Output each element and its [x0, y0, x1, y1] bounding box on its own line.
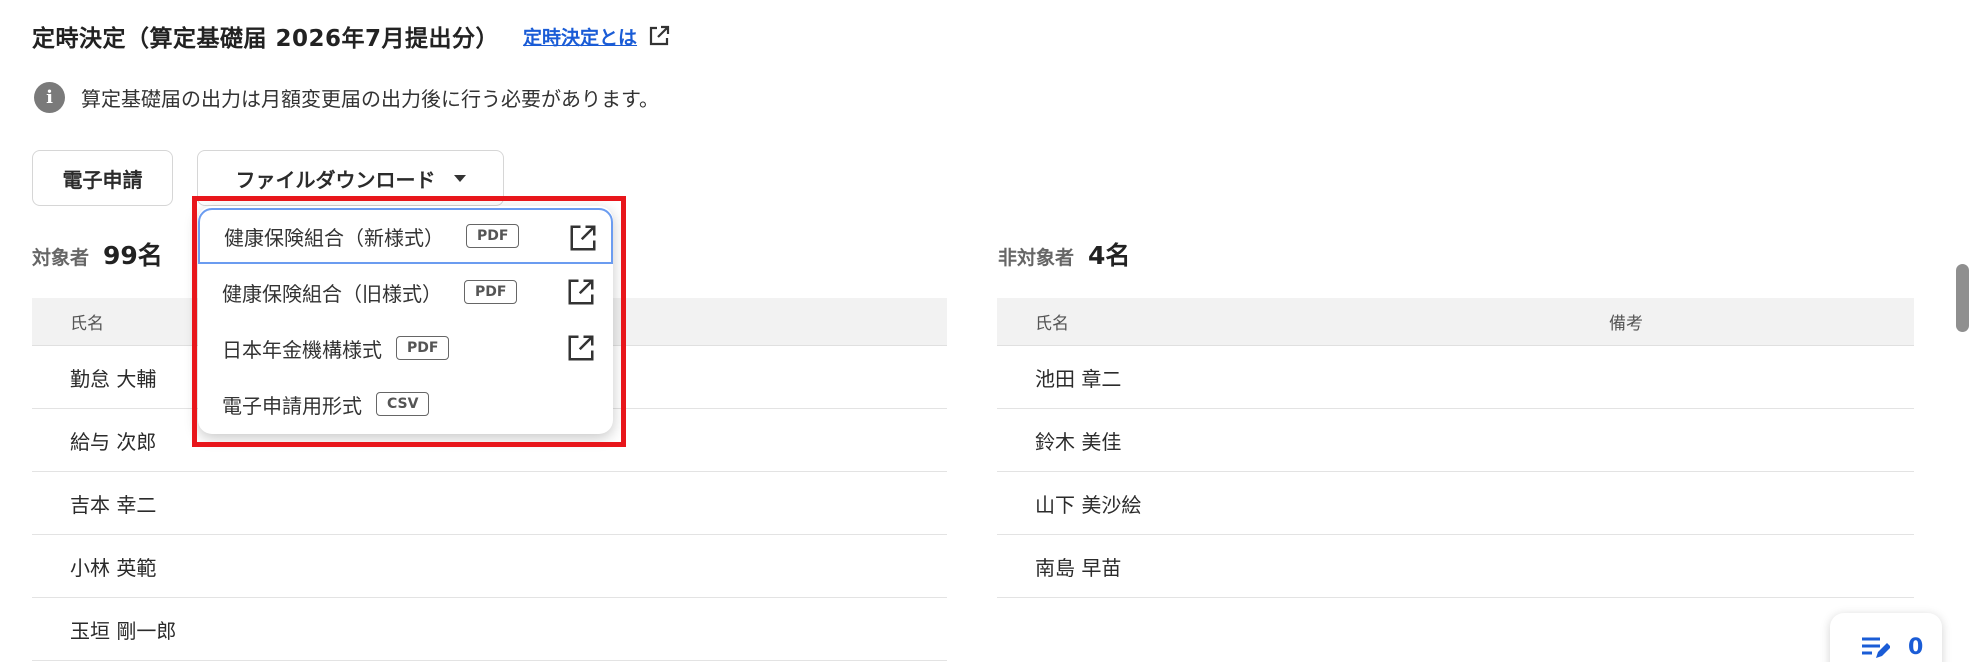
employee-name: 勤怠 大輔 [70, 366, 157, 391]
help-link-label: 定時決定とは [523, 26, 638, 49]
non-target-count: 非対象者 4名 [998, 236, 1130, 272]
target-count-value: 99名 [103, 241, 163, 270]
table-row[interactable]: 池田 章二 [997, 346, 1914, 409]
menu-item-label: 健康保険組合（新様式） [224, 225, 444, 250]
table-row[interactable]: 鈴木 美佳 [997, 409, 1914, 472]
column-header-name: 氏名 [70, 314, 104, 334]
file-type-badge: PDF [466, 224, 520, 248]
menu-item-kenpo-new[interactable]: 健康保険組合（新様式） PDF [198, 208, 613, 264]
employee-name: 小林 英範 [70, 555, 157, 580]
table-row[interactable]: 小林 英範 [32, 535, 947, 598]
external-link-icon [568, 335, 594, 361]
menu-item-kenpo-old[interactable]: 健康保険組合（旧様式） PDF [198, 264, 613, 320]
page-title: 定時決定（算定基礎届 2026年7月提出分） [32, 26, 500, 52]
non-target-count-value: 4名 [1088, 241, 1131, 270]
edit-list-icon [1862, 637, 1890, 658]
table-row[interactable]: 吉本 幸二 [32, 472, 947, 535]
info-notice: i 算定基礎届の出力は月額変更届の出力後に行う必要があります。 [34, 82, 659, 113]
external-link-icon [568, 279, 594, 305]
table-row[interactable]: 山下 美沙絵 [997, 472, 1914, 535]
file-type-badge: CSV [376, 392, 430, 416]
external-link-icon [649, 25, 670, 46]
column-header-note: 備考 [1609, 314, 1643, 334]
table-row[interactable]: 玉垣 剛一郎 [32, 598, 947, 661]
menu-item-label: 電子申請用形式 [222, 393, 362, 418]
employee-name: 玉垣 剛一郎 [70, 618, 177, 643]
file-download-button[interactable]: ファイルダウンロード [197, 150, 504, 206]
column-header-name: 氏名 [1035, 314, 1069, 334]
info-icon: i [34, 82, 65, 113]
e-application-button[interactable]: 電子申請 [32, 150, 173, 206]
employee-name: 吉本 幸二 [70, 492, 157, 517]
title-row: 定時決定（算定基礎届 2026年7月提出分） 定時決定とは [32, 18, 671, 54]
e-application-label: 電子申請 [62, 167, 143, 192]
employee-name: 南島 早苗 [1035, 555, 1122, 580]
menu-item-e-application-csv[interactable]: 電子申請用形式 CSV [198, 376, 613, 432]
file-type-badge: PDF [396, 336, 450, 360]
non-target-label: 非対象者 [998, 247, 1075, 269]
employee-name: 池田 章二 [1035, 366, 1122, 391]
notice-text: 算定基礎届の出力は月額変更届の出力後に行う必要があります。 [81, 87, 659, 111]
table-row[interactable]: 南島 早苗 [997, 535, 1914, 598]
help-link[interactable]: 定時決定とは [523, 23, 671, 50]
non-target-table: 氏名 備考 池田 章二 鈴木 美佳 山下 美沙絵 南島 早苗 [997, 298, 1914, 598]
table-header: 氏名 備考 [997, 298, 1914, 346]
download-menu: 健康保険組合（新様式） PDF 健康保険組合（旧様式） PDF 日本年金機構様式… [198, 206, 613, 434]
file-download-label: ファイルダウンロード [235, 167, 436, 192]
menu-item-label: 日本年金機構様式 [222, 337, 382, 362]
employee-name: 山下 美沙絵 [1035, 492, 1142, 517]
employee-name: 給与 次郎 [70, 429, 157, 454]
menu-item-nenkin[interactable]: 日本年金機構様式 PDF [198, 320, 613, 376]
todo-fab[interactable]: 0 [1830, 613, 1942, 662]
chevron-down-icon [453, 174, 466, 182]
menu-item-label: 健康保険組合（旧様式） [222, 281, 442, 306]
external-link-icon [570, 225, 596, 251]
employee-name: 鈴木 美佳 [1035, 429, 1122, 454]
target-label: 対象者 [32, 247, 90, 269]
todo-count: 0 [1908, 635, 1924, 660]
file-type-badge: PDF [464, 280, 518, 304]
scrollbar-thumb[interactable] [1956, 264, 1969, 332]
target-count: 対象者 99名 [32, 236, 163, 272]
